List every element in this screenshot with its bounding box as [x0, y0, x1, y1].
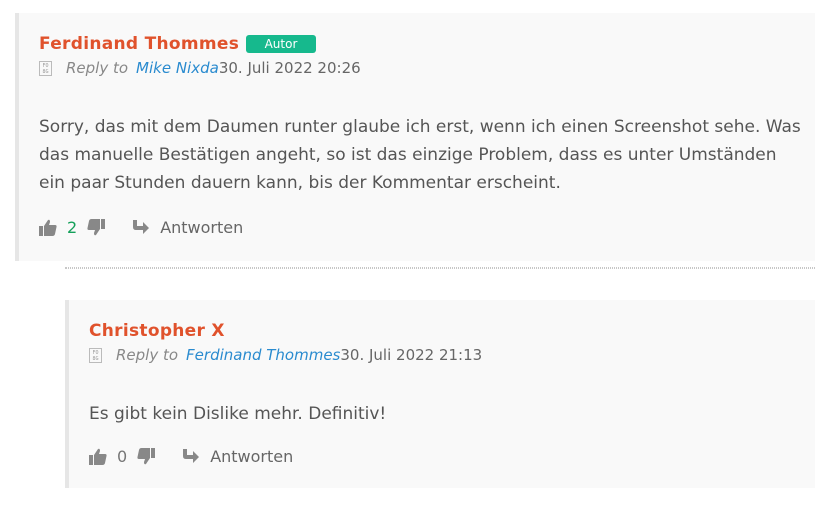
thread-divider [65, 267, 815, 269]
like-count: 2 [67, 218, 78, 237]
broken-image-icon: FO 8G [89, 347, 102, 363]
comment-actions: 2 Antworten [39, 218, 243, 237]
thumbs-up-icon[interactable] [89, 448, 107, 465]
comment-date[interactable]: 30. Juli 2022 20:26 [219, 59, 361, 77]
comment-author[interactable]: Christopher X [89, 321, 225, 341]
like-count: 0 [117, 447, 128, 466]
thumbs-up-icon[interactable] [39, 219, 57, 236]
thumbs-down-icon[interactable] [87, 219, 106, 236]
reply-to-link[interactable]: Mike Nixda [136, 59, 219, 77]
comment-christopher: Christopher X FO 8G Reply to Ferdinand Th… [65, 300, 815, 488]
comment-text: Sorry, das mit dem Daumen runter glaube … [39, 117, 801, 193]
comment-actions: 0 Antworten [89, 447, 293, 466]
thumbs-down-icon[interactable] [137, 448, 156, 465]
comment-date[interactable]: 30. Juli 2022 21:13 [340, 346, 482, 364]
reply-button[interactable]: Antworten [160, 218, 243, 237]
reply-meta: FO 8G Reply to Mike Nixda 30. Juli 2022 2… [39, 59, 361, 77]
author-badge: Autor [246, 35, 316, 53]
reply-label: Reply to [116, 346, 179, 364]
reply-arrow-icon[interactable] [131, 219, 150, 236]
comment-text: Es gibt kein Dislike mehr. Definitiv! [89, 404, 387, 424]
comment-author[interactable]: Ferdinand Thommes [39, 34, 239, 54]
comment-ferdinand: Ferdinand Thommes Autor FO 8G Reply to Mi… [15, 13, 815, 261]
reply-button[interactable]: Antworten [210, 447, 293, 466]
broken-image-icon: FO 8G [39, 60, 52, 76]
reply-meta: FO 8G Reply to Ferdinand Thommes 30. Juli… [89, 346, 482, 364]
reply-to-link[interactable]: Ferdinand Thommes [186, 346, 340, 364]
reply-label: Reply to [66, 59, 129, 77]
reply-arrow-icon[interactable] [181, 448, 200, 465]
